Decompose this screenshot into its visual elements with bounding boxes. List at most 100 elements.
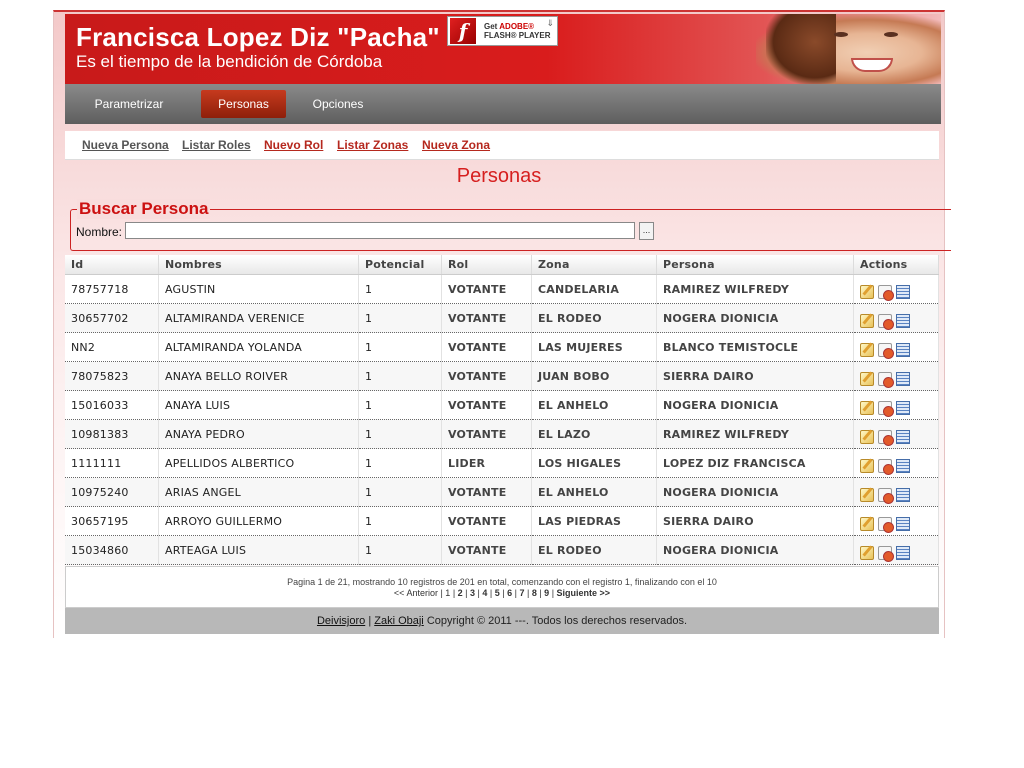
sub-nav: Nueva Persona Listar Roles Nuevo Rol Lis… bbox=[65, 131, 939, 160]
pagination-links: << Anterior | 1 | 2 | 3 | 4 | 5 | 6 | 7 … bbox=[66, 588, 938, 598]
footer-link-deivisjoro[interactable]: Deivisjoro bbox=[317, 615, 365, 627]
table-row[interactable]: 78075823 ANAYA BELLO ROIVER 1 VOTANTE JUAN B… bbox=[65, 361, 939, 391]
cell-actions bbox=[853, 477, 939, 507]
edit-icon[interactable] bbox=[860, 314, 874, 328]
cell-nombres: ARTEAGA LUIS bbox=[158, 535, 359, 565]
delete-icon[interactable] bbox=[878, 546, 894, 562]
edit-icon[interactable] bbox=[860, 285, 874, 299]
cell-actions bbox=[853, 535, 939, 565]
column-header-persona[interactable]: Persona bbox=[656, 255, 854, 275]
subnav-nuevo-rol[interactable]: Nuevo Rol bbox=[264, 138, 323, 152]
flash-badge-text: Get ADOBE® FLASH® PLAYER bbox=[484, 22, 551, 40]
portrait-smile bbox=[851, 58, 893, 72]
cell-persona: NOGERA DIONICIA bbox=[656, 303, 854, 333]
pagination-prev[interactable]: << Anterior bbox=[394, 588, 438, 598]
cell-rol: VOTANTE bbox=[441, 361, 532, 391]
cell-zona: EL RODEO bbox=[531, 535, 657, 565]
edit-icon[interactable] bbox=[860, 430, 874, 444]
cell-rol: VOTANTE bbox=[441, 332, 532, 362]
delete-icon[interactable] bbox=[878, 401, 894, 417]
row-actions bbox=[860, 424, 932, 446]
cell-rol: VOTANTE bbox=[441, 419, 532, 449]
view-icon[interactable] bbox=[896, 372, 910, 386]
table-row[interactable]: 30657702 ALTAMIRANDA VERENICE 1 VOTANTE EL R… bbox=[65, 303, 939, 333]
edit-icon[interactable] bbox=[860, 401, 874, 415]
column-header-potencial[interactable]: Potencial bbox=[358, 255, 442, 275]
subnav-listar-roles[interactable]: Listar Roles bbox=[182, 138, 251, 152]
cell-id: NN2 bbox=[65, 332, 159, 362]
table-row[interactable]: 10981383 ANAYA PEDRO 1 VOTANTE EL LAZO RAMIRE… bbox=[65, 419, 939, 449]
table-row[interactable]: 78757718 AGUSTIN 1 VOTANTE CANDELARIA RAMIREZ… bbox=[65, 274, 939, 304]
delete-icon[interactable] bbox=[878, 285, 894, 301]
view-icon[interactable] bbox=[896, 314, 910, 328]
column-header-zona[interactable]: Zona bbox=[531, 255, 657, 275]
nav-item-parametrizar[interactable]: Parametrizar bbox=[85, 90, 173, 118]
pagination: Pagina 1 de 21, mostrando 10 registros d… bbox=[65, 566, 939, 608]
cell-actions bbox=[853, 390, 939, 420]
edit-icon[interactable] bbox=[860, 372, 874, 386]
edit-icon[interactable] bbox=[860, 517, 874, 531]
delete-icon[interactable] bbox=[878, 343, 894, 359]
view-icon[interactable] bbox=[896, 401, 910, 415]
pagination-separator: | bbox=[462, 588, 471, 598]
row-actions bbox=[860, 453, 932, 475]
get-flash-player-badge[interactable]: f Get ADOBE® FLASH® PLAYER ⇓ bbox=[447, 16, 558, 46]
cell-persona: SIERRA DAIRO bbox=[656, 506, 854, 536]
pagination-next[interactable]: Siguiente >> bbox=[557, 588, 611, 598]
column-header-id[interactable]: Id bbox=[65, 255, 159, 275]
cell-nombres: ALTAMIRANDA YOLANDA bbox=[158, 332, 359, 362]
cell-potencial: 1 bbox=[358, 390, 442, 420]
cell-potencial: 1 bbox=[358, 448, 442, 478]
column-header-rol[interactable]: Rol bbox=[441, 255, 532, 275]
table-row[interactable]: NN2 ALTAMIRANDA YOLANDA 1 VOTANTE LAS MUJERE… bbox=[65, 332, 939, 362]
delete-icon[interactable] bbox=[878, 488, 894, 504]
view-icon[interactable] bbox=[896, 459, 910, 473]
table-row[interactable]: 10975240 ARIAS ANGEL 1 VOTANTE EL ANHELO NOGE… bbox=[65, 477, 939, 507]
subnav-nueva-persona[interactable]: Nueva Persona bbox=[82, 138, 169, 152]
search-name-input[interactable] bbox=[125, 222, 635, 239]
cell-actions bbox=[853, 506, 939, 536]
cell-potencial: 1 bbox=[358, 303, 442, 333]
flash-adobe-label: ADOBE® bbox=[499, 22, 535, 31]
delete-icon[interactable] bbox=[878, 372, 894, 388]
view-icon[interactable] bbox=[896, 343, 910, 357]
row-actions bbox=[860, 279, 932, 301]
footer-link-zaki-obaji[interactable]: Zaki Obaji bbox=[374, 615, 424, 627]
subnav-listar-zonas[interactable]: Listar Zonas bbox=[337, 138, 408, 152]
cell-id: 30657195 bbox=[65, 506, 159, 536]
delete-icon[interactable] bbox=[878, 314, 894, 330]
column-header-nombres[interactable]: Nombres bbox=[158, 255, 359, 275]
pagination-separator: | bbox=[499, 588, 508, 598]
cell-zona: LOS HIGALES bbox=[531, 448, 657, 478]
table-row[interactable]: 1111111 APELLIDOS ALBERTICO 1 LIDER LOS HIGA… bbox=[65, 448, 939, 478]
view-icon[interactable] bbox=[896, 517, 910, 531]
nav-item-personas[interactable]: Personas bbox=[201, 90, 286, 118]
cell-rol: VOTANTE bbox=[441, 535, 532, 565]
cell-persona: RAMIREZ WILFREDY bbox=[656, 419, 854, 449]
table-row[interactable]: 15034860 ARTEAGA LUIS 1 VOTANTE EL RODEO NOGE… bbox=[65, 535, 939, 565]
cell-nombres: ARROYO GUILLERMO bbox=[158, 506, 359, 536]
delete-icon[interactable] bbox=[878, 459, 894, 475]
view-icon[interactable] bbox=[896, 430, 910, 444]
nav-item-opciones[interactable]: Opciones bbox=[303, 90, 373, 118]
edit-icon[interactable] bbox=[860, 488, 874, 502]
table-row[interactable]: 30657195 ARROYO GUILLERMO 1 VOTANTE LAS PIED… bbox=[65, 506, 939, 536]
table-row[interactable]: 15016033 ANAYA LUIS 1 VOTANTE EL ANHELO NOGER… bbox=[65, 390, 939, 420]
portrait-eye bbox=[834, 32, 848, 37]
subnav-nueva-zona[interactable]: Nueva Zona bbox=[422, 138, 490, 152]
candidate-portrait bbox=[756, 14, 941, 84]
search-button[interactable]: ... bbox=[639, 222, 654, 240]
search-legend: Buscar Persona bbox=[77, 199, 211, 219]
edit-icon[interactable] bbox=[860, 343, 874, 357]
edit-icon[interactable] bbox=[860, 459, 874, 473]
cell-zona: EL RODEO bbox=[531, 303, 657, 333]
view-icon[interactable] bbox=[896, 285, 910, 299]
cell-zona: LAS PIEDRAS bbox=[531, 506, 657, 536]
edit-icon[interactable] bbox=[860, 546, 874, 560]
cell-nombres: ANAYA LUIS bbox=[158, 390, 359, 420]
view-icon[interactable] bbox=[896, 488, 910, 502]
view-icon[interactable] bbox=[896, 546, 910, 560]
cell-rol: LIDER bbox=[441, 448, 532, 478]
delete-icon[interactable] bbox=[878, 517, 894, 533]
delete-icon[interactable] bbox=[878, 430, 894, 446]
